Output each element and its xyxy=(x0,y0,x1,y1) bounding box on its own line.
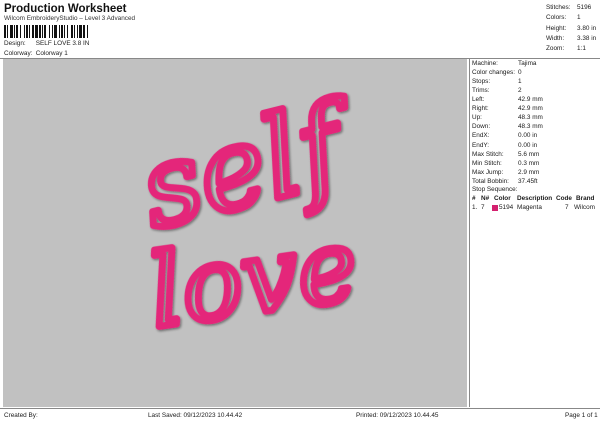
created-by: Created By: xyxy=(4,412,38,419)
table-row: 1. 7 5194 Magenta 7 Wilcom xyxy=(472,204,595,211)
stop-table-header: # N# Color Description Code Brand xyxy=(472,195,595,202)
design-preview: self love xyxy=(3,59,467,407)
design-value: SELF LOVE 3.8 IN xyxy=(35,40,90,47)
footer-divider xyxy=(0,408,600,409)
stop-sequence-table: # N# Color Description Code Brand 1. 7 5… xyxy=(470,195,600,213)
stop-sequence-title: Stop Sequence: xyxy=(472,186,518,193)
software-subtitle: Wilcom EmbroideryStudio – Level 3 Advanc… xyxy=(4,15,136,22)
properties-panel: Machine: Tajima Color changes: 0 Stops: 1 Trim… xyxy=(469,59,600,407)
printed-date: Printed: 09/12/2023 10.44.45 xyxy=(356,412,439,419)
colorway-label: Colorway: xyxy=(4,50,33,57)
embroidery-design: self love xyxy=(125,73,376,355)
footer: Created By: Last Saved: 09/12/2023 10.44… xyxy=(0,412,600,424)
colorway-line: Colorway: Colorway 1 xyxy=(4,50,68,57)
colorway-value: Colorway 1 xyxy=(35,50,68,57)
worksheet-title: Production Worksheet xyxy=(4,3,127,15)
design-line: Design: SELF LOVE 3.8 IN xyxy=(4,40,89,47)
last-saved: Last Saved: 09/12/2023 10.44.42 xyxy=(148,412,243,419)
design-label: Design: xyxy=(4,40,26,47)
color-swatch xyxy=(492,205,498,211)
page-number: Page 1 of 1 xyxy=(565,412,598,419)
barcode xyxy=(4,25,88,38)
